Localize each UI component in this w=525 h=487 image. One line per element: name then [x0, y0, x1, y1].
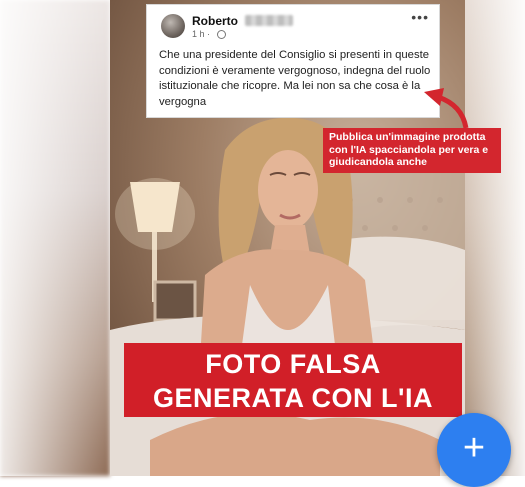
fake-photo-banner: FOTO FALSA GENERATA CON L'IA — [124, 343, 462, 417]
callout-label: Pubblica un'immagine prodotta con l'IA s… — [323, 128, 501, 173]
banner-line-1: FOTO FALSA — [205, 349, 381, 379]
banner-line-2: GENERATA CON L'IA — [153, 383, 433, 413]
plus-icon: + — [462, 427, 486, 469]
